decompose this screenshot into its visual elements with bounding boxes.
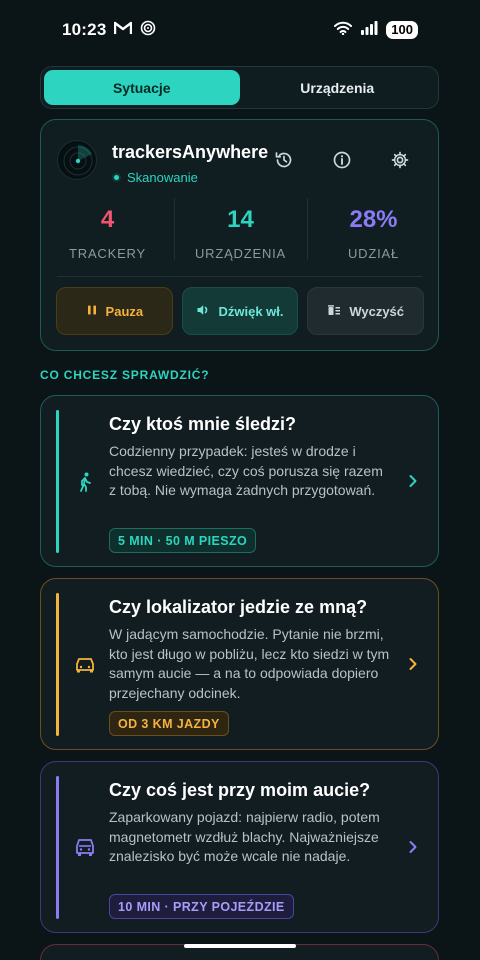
parked-car-icon — [73, 836, 97, 860]
scenario-title: Czy coś jest przy moim aucie? — [109, 780, 371, 800]
scenario-tag: 10 MIN · PRZY POJEŹDZIE — [109, 894, 294, 919]
stat-value: 14 — [227, 206, 254, 233]
car-icon — [73, 653, 97, 677]
accent-bar — [56, 593, 59, 736]
pause-label: Pauza — [105, 303, 144, 319]
signal-icon — [360, 20, 378, 40]
view-tabs: Sytuacje Urządzenia — [40, 66, 439, 109]
scenario-card-parked[interactable]: Czy coś jest przy moim aucie? Zaparkowan… — [40, 761, 439, 933]
speaker-icon — [196, 303, 210, 320]
stat-devices: 14 URZĄDZENIA — [174, 198, 307, 264]
status-time: 10:23 — [62, 20, 107, 39]
scenario-tag: 5 MIN · 50 M PIESZO — [109, 528, 257, 553]
scenario-tag: OD 3 KM JAZDY — [109, 711, 229, 736]
stats-row: 4 TRACKERY 14 URZĄDZENIA 28% UDZIAŁ — [41, 198, 440, 264]
stat-value: 28% — [349, 206, 398, 233]
status-bar: 10:23 100 — [0, 0, 480, 60]
stat-label: TRACKERY — [69, 246, 146, 261]
scan-status-card: trackersAnywhere Skanowanie 4 TRACKERY 1… — [40, 119, 439, 351]
pause-icon — [86, 304, 98, 319]
gmail-icon — [114, 21, 133, 40]
stat-label: URZĄDZENIA — [194, 246, 287, 261]
home-indicator[interactable] — [184, 944, 296, 948]
section-title: CO CHCESZ SPRAWDZIĆ? — [40, 368, 210, 382]
history-icon[interactable] — [270, 146, 298, 174]
scan-status-label: Skanowanie — [127, 170, 198, 185]
sync-icon — [140, 20, 156, 41]
accent-bar — [56, 776, 59, 919]
scenario-title: Czy ktoś mnie śledzi? — [109, 414, 297, 434]
accent-bar — [56, 410, 59, 553]
scenario-description: Zaparkowany pojazd: najpierw radio, pote… — [109, 809, 380, 864]
tab-devices[interactable]: Urządzenia — [240, 70, 436, 105]
info-icon[interactable] — [328, 146, 356, 174]
scenario-description: W jadącym samochodzie. Pytanie nie brzmi… — [109, 626, 390, 701]
card-divider — [57, 276, 422, 277]
stat-label: UDZIAŁ — [347, 246, 400, 261]
app-name: trackersAnywhere — [112, 142, 269, 162]
radar-icon — [57, 140, 97, 180]
sound-label: Dźwięk wł. — [218, 303, 284, 319]
stat-value: 4 — [100, 206, 115, 233]
chevron-right-icon — [405, 656, 421, 672]
clear-list-icon — [327, 303, 341, 320]
battery-indicator: 100 — [386, 21, 418, 39]
walking-icon — [73, 470, 97, 494]
scenario-description: Codzienny przypadek: jesteś w drodze i c… — [109, 443, 383, 498]
clear-label: Wyczyść — [349, 303, 405, 319]
wifi-icon — [334, 21, 353, 40]
pause-button[interactable]: Pauza — [56, 287, 173, 335]
scenario-card-followed[interactable]: Czy ktoś mnie śledzi? Codzienny przypade… — [40, 395, 439, 567]
clear-button[interactable]: Wyczyść — [307, 287, 425, 335]
scan-status: Skanowanie — [112, 170, 198, 185]
settings-icon[interactable] — [386, 146, 414, 174]
stat-trackers: 4 TRACKERY — [41, 198, 174, 264]
scenario-card-driving[interactable]: Czy lokalizator jedzie ze mną? W jadącym… — [40, 578, 439, 750]
chevron-right-icon — [405, 473, 421, 489]
tab-situations[interactable]: Sytuacje — [44, 70, 240, 105]
sound-toggle-button[interactable]: Dźwięk wł. — [181, 287, 299, 335]
scan-indicator-icon — [112, 173, 121, 182]
scan-actions: Pauza Dźwięk wł. Wyczyść — [56, 287, 425, 335]
stat-share: 28% UDZIAŁ — [307, 198, 440, 264]
chevron-right-icon — [405, 839, 421, 855]
scenario-title: Czy lokalizator jedzie ze mną? — [109, 597, 368, 617]
